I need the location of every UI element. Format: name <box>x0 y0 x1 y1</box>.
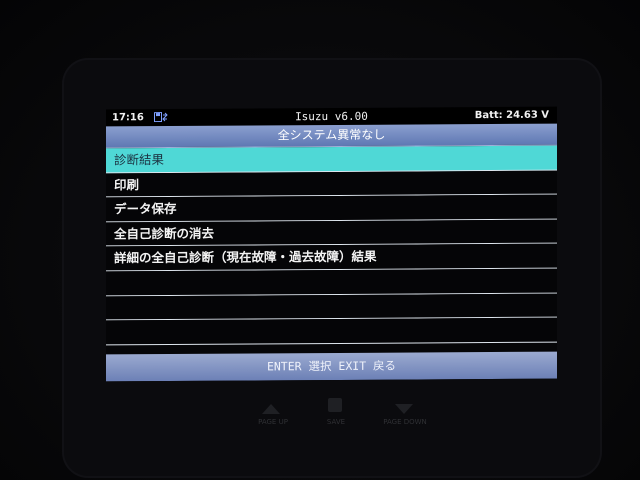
save-icon[interactable] <box>328 398 342 412</box>
page-down-icon[interactable] <box>395 404 413 414</box>
menu-item-diagnosis-results[interactable]: 診断結果 <box>106 145 557 173</box>
key-hint-bar: ENTER 選択 EXIT 戻る <box>106 351 557 382</box>
menu-item-print[interactable]: 印刷 <box>106 170 557 198</box>
menu-item-empty <box>106 268 557 296</box>
menu-item-clear-all-dtc[interactable]: 全自己診断の消去 <box>106 219 557 247</box>
menu-item-save-data[interactable]: データ保存 <box>106 194 557 223</box>
menu-item-detailed-results[interactable]: 詳細の全自己診断（現在故障・過去故障）結果 <box>106 243 557 272</box>
page-down-label: PAGE DOWN <box>383 418 427 426</box>
menu-item-empty <box>106 317 557 346</box>
save-label: SAVE <box>326 418 346 426</box>
screen-title: 全システム異常なし <box>106 123 557 149</box>
page-up-label: PAGE UP <box>258 418 288 426</box>
hardware-keys: PAGE UP SAVE PAGE DOWN <box>240 392 440 432</box>
battery-voltage: Batt: 24.63 V <box>474 109 549 122</box>
page-up-icon[interactable] <box>262 404 280 414</box>
menu-item-empty <box>106 293 557 321</box>
device-screen: 17:16 Isuzu v6.00 Batt: 24.63 V 全システム異常な… <box>106 106 557 382</box>
menu-list: 診断結果 印刷 データ保存 全自己診断の消去 詳細の全自己診断（現在故障・過去故… <box>106 145 557 355</box>
